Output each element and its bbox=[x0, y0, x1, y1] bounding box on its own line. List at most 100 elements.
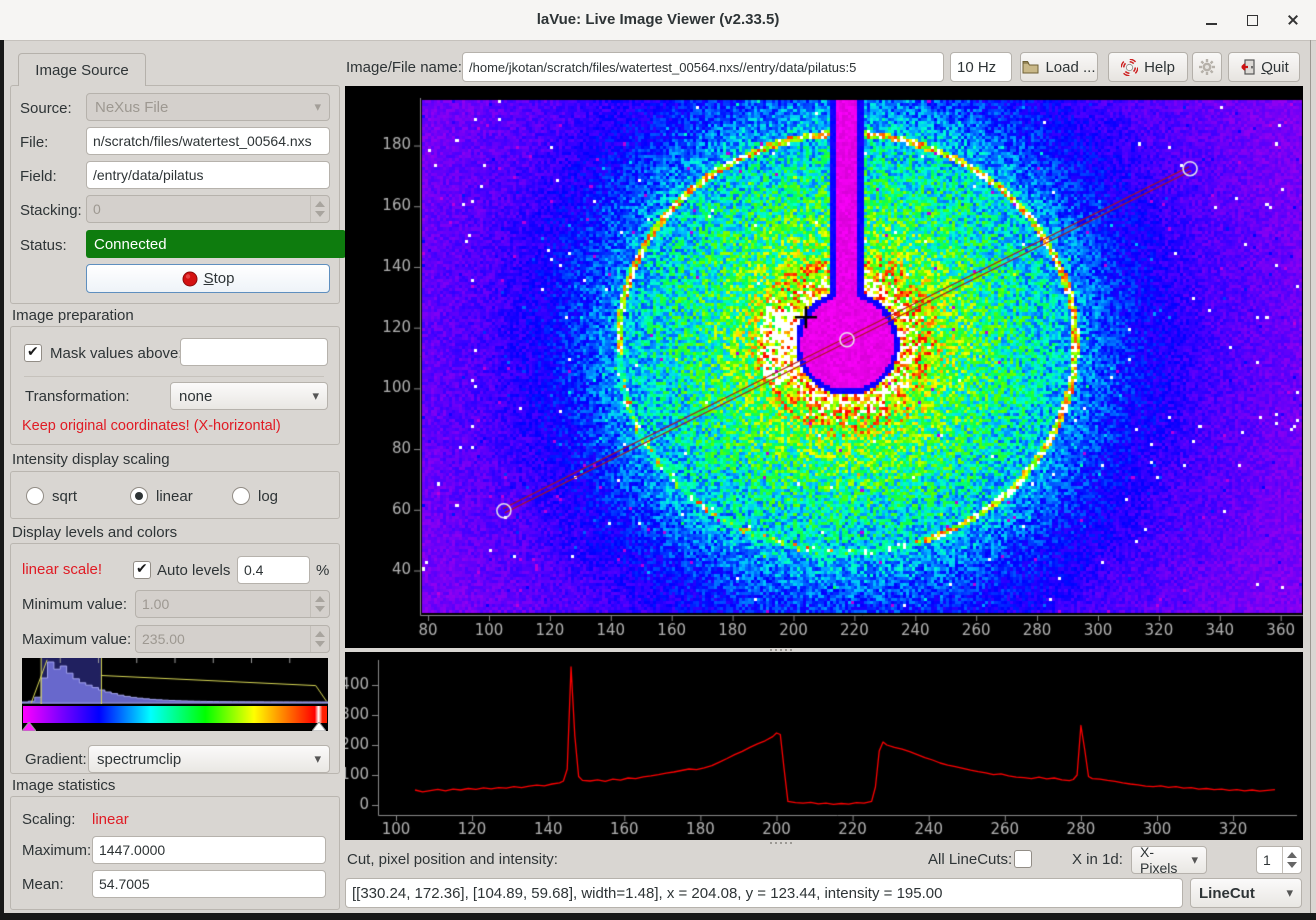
cut-count-value: 1 bbox=[1263, 852, 1271, 868]
image-preparation-header: Image preparation bbox=[12, 307, 134, 324]
window-bottom-border bbox=[0, 913, 1316, 920]
stop-button[interactable]: Stop bbox=[86, 264, 330, 293]
x-in-1d-label: X in 1d: bbox=[1072, 851, 1123, 868]
status-badge: Connected bbox=[86, 230, 346, 258]
histogram-canvas[interactable] bbox=[22, 658, 328, 704]
spin-arrows-icon[interactable] bbox=[1282, 847, 1301, 873]
percent-label: % bbox=[316, 562, 329, 579]
stacking-label: Stacking: bbox=[20, 202, 82, 219]
intensity-scaling-header: Intensity display scaling bbox=[12, 451, 170, 468]
auto-levels-input[interactable]: 0.4 bbox=[237, 556, 310, 584]
source-value: NeXus File bbox=[95, 99, 168, 116]
detector-image-plot[interactable] bbox=[345, 86, 1303, 648]
gradient-label: Gradient: bbox=[25, 751, 87, 768]
stacking-value: 0 bbox=[93, 201, 101, 217]
close-button[interactable] bbox=[1285, 13, 1301, 27]
level-min-handle-icon[interactable] bbox=[22, 722, 36, 731]
spin-arrows-icon[interactable] bbox=[310, 591, 329, 617]
quit-button-label: Quit bbox=[1261, 59, 1289, 76]
quit-button[interactable]: Quit bbox=[1228, 52, 1300, 82]
gear-icon bbox=[1198, 58, 1216, 76]
linecut-profile-plot[interactable] bbox=[345, 652, 1303, 840]
mask-value-input[interactable] bbox=[180, 338, 328, 366]
transformation-select[interactable]: none bbox=[170, 382, 328, 410]
cut-info-label: Cut, pixel position and intensity: bbox=[347, 851, 558, 868]
source-select[interactable]: NeXus File bbox=[86, 93, 330, 121]
app-window: laVue: Live Image Viewer (v2.33.5) Image… bbox=[0, 0, 1316, 920]
maximize-button[interactable] bbox=[1244, 13, 1260, 27]
x-in-1d-value: X-Pixels bbox=[1140, 844, 1182, 876]
minimum-value: 1.00 bbox=[142, 596, 169, 612]
gradient-value: spectrumclip bbox=[97, 751, 181, 768]
tab-label: Image Source bbox=[35, 62, 128, 79]
mask-label: Mask values above: bbox=[50, 345, 183, 362]
refresh-rate-field[interactable]: 10 Hz bbox=[950, 52, 1012, 82]
tool-value: LineCut bbox=[1199, 885, 1255, 902]
window-left-border bbox=[0, 40, 4, 916]
spin-arrows-icon[interactable] bbox=[310, 196, 329, 222]
stats-scaling-label: Scaling: bbox=[22, 811, 75, 828]
load-button[interactable]: Load ... bbox=[1020, 52, 1098, 82]
folder-icon bbox=[1022, 60, 1039, 74]
stop-sign-icon bbox=[182, 271, 198, 287]
stats-maximum-label: Maximum: bbox=[22, 842, 91, 859]
gradient-select[interactable]: spectrumclip bbox=[88, 745, 330, 773]
minimize-button[interactable] bbox=[1204, 13, 1220, 27]
level-max-handle-icon[interactable] bbox=[312, 722, 326, 731]
stacking-spinbox[interactable]: 0 bbox=[86, 195, 330, 223]
coordinates-warning: Keep original coordinates! (X-horizontal… bbox=[22, 418, 281, 434]
stats-mean-label: Mean: bbox=[22, 876, 64, 893]
auto-levels-label: Auto levels bbox=[157, 562, 230, 579]
cut-info-field[interactable]: [[330.24, 172.36], [104.89, 59.68], widt… bbox=[345, 878, 1183, 908]
stats-maximum-value: 1447.0000 bbox=[99, 842, 165, 858]
refresh-rate-value: 10 Hz bbox=[957, 59, 996, 76]
gradient-bar[interactable] bbox=[23, 706, 327, 723]
stats-scaling-value: linear bbox=[92, 811, 129, 828]
file-input[interactable]: n/scratch/files/watertest_00564.nxs bbox=[86, 127, 330, 155]
help-button-label: Help bbox=[1144, 59, 1175, 76]
mask-checkbox[interactable] bbox=[24, 344, 42, 362]
status-label: Status: bbox=[20, 237, 67, 254]
auto-levels-value: 0.4 bbox=[244, 562, 263, 578]
stats-maximum-field[interactable]: 1447.0000 bbox=[92, 836, 326, 864]
maximum-label: Maximum value: bbox=[22, 631, 131, 648]
display-levels-header: Display levels and colors bbox=[12, 524, 177, 541]
tab-image-source[interactable]: Image Source bbox=[18, 53, 146, 86]
maximum-spinbox[interactable]: 235.00 bbox=[135, 625, 330, 653]
filename-input[interactable]: /home/jkotan/scratch/files/watertest_005… bbox=[462, 52, 944, 82]
filename-value: /home/jkotan/scratch/files/watertest_005… bbox=[469, 60, 856, 75]
settings-button[interactable] bbox=[1192, 52, 1222, 82]
auto-levels-checkbox[interactable] bbox=[133, 561, 151, 579]
quit-mnemonic: Q bbox=[1261, 59, 1273, 76]
cut-count-spinbox[interactable]: 1 bbox=[1256, 846, 1302, 874]
window-title: laVue: Live Image Viewer (v2.33.5) bbox=[0, 0, 1316, 40]
transformation-label: Transformation: bbox=[25, 388, 129, 405]
field-label: Field: bbox=[20, 168, 57, 185]
image-statistics-header: Image statistics bbox=[12, 777, 115, 794]
field-input[interactable]: /entry/data/pilatus bbox=[86, 161, 330, 189]
radio-sqrt-label: sqrt bbox=[52, 488, 77, 505]
help-button[interactable]: Help bbox=[1108, 52, 1188, 82]
minimum-spinbox[interactable]: 1.00 bbox=[135, 590, 330, 618]
radio-log-label: log bbox=[258, 488, 278, 505]
status-value: Connected bbox=[94, 236, 167, 253]
cut-info-value: [[330.24, 172.36], [104.89, 59.68], widt… bbox=[352, 885, 942, 902]
radio-linear[interactable] bbox=[130, 487, 148, 505]
stop-button-label: Stop bbox=[204, 270, 235, 287]
stats-mean-value: 54.7005 bbox=[99, 876, 150, 892]
radio-sqrt[interactable] bbox=[26, 487, 44, 505]
window-right-border bbox=[1310, 40, 1311, 913]
spin-arrows-icon[interactable] bbox=[310, 626, 329, 652]
exit-door-icon bbox=[1239, 59, 1255, 75]
tool-select[interactable]: LineCut bbox=[1190, 878, 1302, 908]
all-linecuts-checkbox[interactable] bbox=[1014, 850, 1032, 868]
radio-log[interactable] bbox=[232, 487, 250, 505]
load-button-label: Load ... bbox=[1045, 59, 1095, 76]
file-value: n/scratch/files/watertest_00564.nxs bbox=[93, 133, 312, 149]
levels-histogram-widget[interactable] bbox=[22, 658, 328, 731]
source-label: Source: bbox=[20, 100, 72, 117]
stats-mean-field[interactable]: 54.7005 bbox=[92, 870, 326, 898]
splitter-handle-2[interactable] bbox=[770, 841, 792, 845]
x-in-1d-select[interactable]: X-Pixels bbox=[1131, 846, 1207, 874]
maximum-value: 235.00 bbox=[142, 631, 185, 647]
